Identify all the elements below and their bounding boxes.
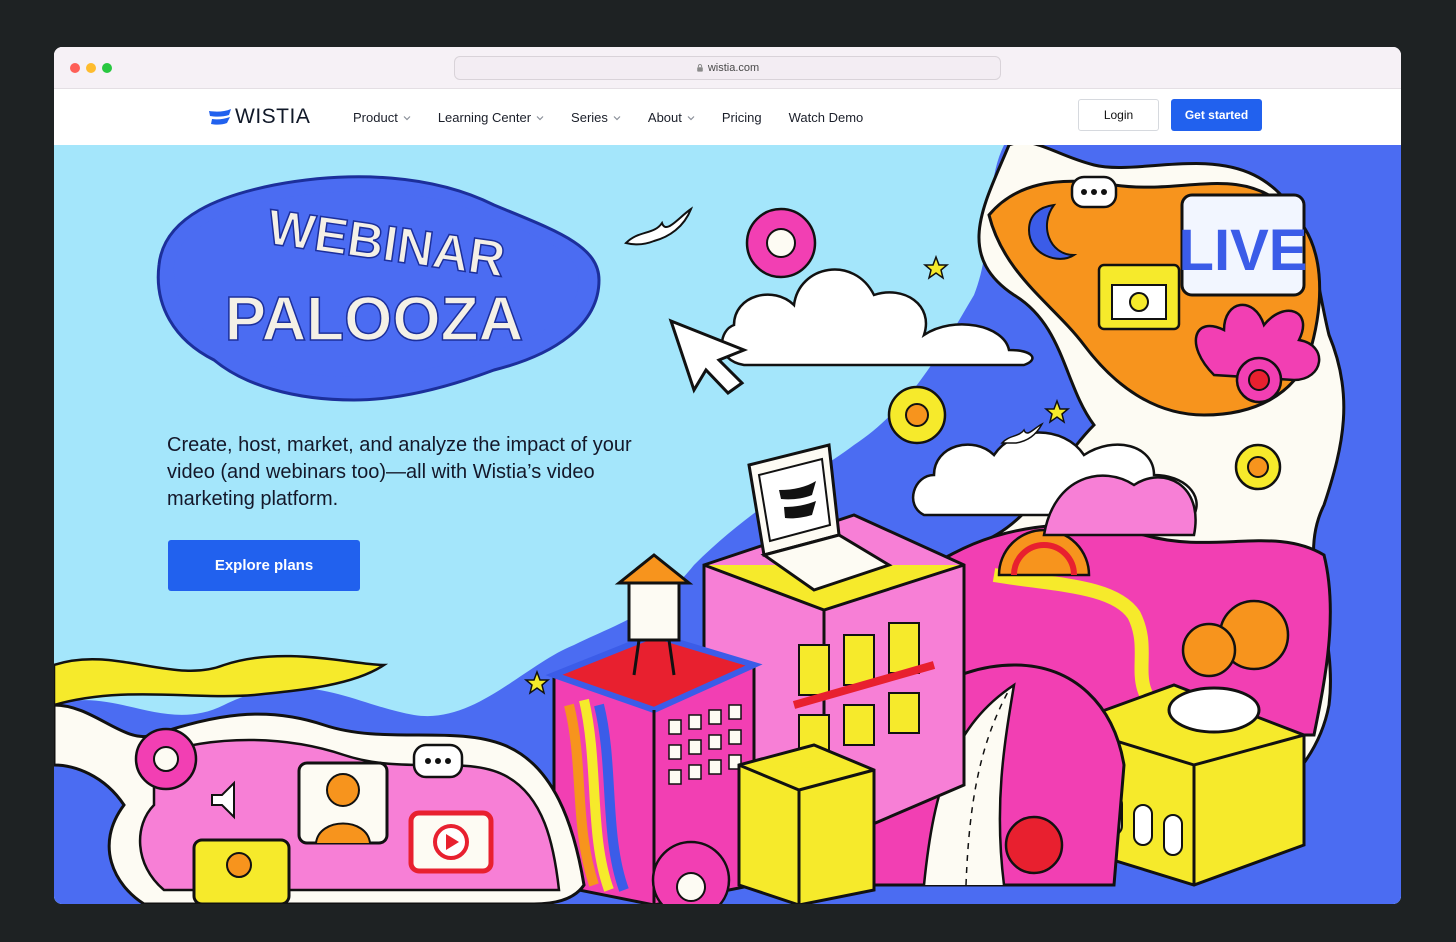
menu-about[interactable]: About [648, 110, 695, 125]
chevron-down-icon [403, 115, 411, 120]
menu-learning-center-label: Learning Center [437, 110, 532, 125]
red-bush [1004, 815, 1064, 875]
menu-pricing-label: Pricing [721, 110, 762, 125]
wistia-mark-icon [209, 109, 231, 125]
address-bar[interactable]: wistia.com [454, 56, 1001, 80]
hero-illustration: LIVE WEBINAR PALOOZA [54, 145, 1401, 904]
star-icon [922, 254, 950, 280]
lock-icon [697, 64, 703, 72]
wistia-logo[interactable]: WISTIA [209, 104, 310, 130]
pink-flower-sky [745, 207, 817, 279]
url-text: wistia.com [707, 62, 760, 74]
maximize-window-button[interactable] [102, 63, 112, 73]
menu-series-label: Series [571, 110, 608, 125]
chevron-down-icon [613, 115, 621, 120]
chevron-down-icon [536, 115, 544, 120]
get-started-button[interactable]: Get started [1171, 99, 1262, 131]
login-button[interactable]: Login [1078, 99, 1159, 131]
menu-pricing[interactable]: Pricing [722, 110, 762, 125]
yellow-flower-sky [887, 385, 947, 445]
yellow-flower-right [1234, 443, 1282, 491]
menu-product[interactable]: Product [353, 110, 411, 125]
minimize-window-button[interactable] [86, 63, 96, 73]
pink-flower-bottom [651, 840, 731, 904]
menu-watch-demo[interactable]: Watch Demo [789, 110, 864, 125]
main-menu: Product Learning Center Series About Pri… [353, 90, 890, 145]
computer-mouse [1167, 686, 1261, 734]
explore-plans-button[interactable]: Explore plans [168, 540, 360, 591]
live-sign-text: LIVE [1179, 218, 1308, 283]
hero-section: LIVE WEBINAR PALOOZA Create, host, marke… [54, 145, 1401, 904]
menu-watch-demo-label: Watch Demo [788, 110, 864, 125]
chevron-down-icon [687, 115, 695, 120]
close-window-button[interactable] [70, 63, 80, 73]
brand-name: WISTIA [235, 105, 311, 128]
menu-about-label: About [647, 110, 682, 125]
logo-line-palooza: PALOOZA [225, 285, 524, 354]
pink-flower-left [134, 727, 198, 791]
menu-product-label: Product [353, 110, 398, 125]
browser-chrome: wistia.com [54, 47, 1401, 89]
hero-description: Create, host, market, and analyze the im… [167, 434, 632, 510]
browser-window: wistia.com WISTIA Product Learning Cente… [54, 47, 1401, 904]
site-header: WISTIA Product Learning Center Series Ab… [54, 90, 1401, 145]
bird-icon [624, 206, 694, 246]
webinar-palooza-logo: WEBINAR PALOOZA [156, 175, 601, 402]
menu-learning-center[interactable]: Learning Center [438, 110, 544, 125]
menu-series[interactable]: Series [571, 110, 621, 125]
